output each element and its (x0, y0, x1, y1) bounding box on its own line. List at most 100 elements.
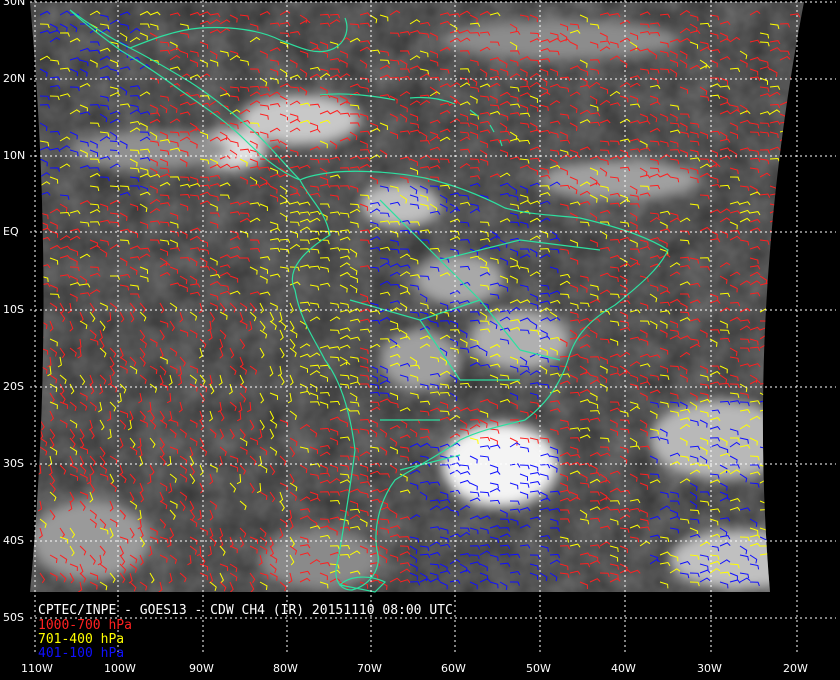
legend-mid-level: 701-400 hPa (38, 632, 125, 647)
wind-barb (789, 165, 801, 170)
legend-low-level: 1000-700 hPa (38, 618, 132, 633)
wind-barb (789, 437, 800, 443)
wind-barb (769, 248, 780, 255)
longitude-label: 40W (611, 662, 636, 675)
wind-barb (789, 482, 798, 492)
wind-barb (37, 383, 42, 395)
wind-barb (779, 563, 790, 568)
wind-barb (779, 545, 790, 552)
wind-barb (789, 310, 801, 315)
wind-barb (789, 473, 800, 480)
wind-barb (789, 203, 798, 213)
wind-barb (769, 392, 779, 400)
latitude-label: 30N (3, 0, 26, 8)
wind-barb (769, 302, 780, 307)
wind-barb (779, 298, 791, 304)
wind-barb (789, 95, 798, 104)
wind-barb (769, 329, 780, 334)
wind-barb (779, 419, 790, 424)
longitude-label: 90W (189, 662, 214, 675)
wind-barb (779, 156, 791, 161)
longitude-label: 70W (357, 662, 382, 675)
wind-barb (789, 361, 801, 367)
longitude-label: 60W (441, 662, 466, 675)
wind-barb (789, 543, 801, 548)
wind-barb (769, 381, 781, 386)
latitude-label: 50S (3, 611, 24, 624)
wind-barb (779, 445, 791, 450)
wind-barb (769, 446, 780, 453)
wind-barb (779, 239, 789, 246)
wind-barb (769, 266, 780, 273)
wind-barb (769, 424, 781, 430)
longitude-label: 100W (104, 662, 136, 675)
wind-barb (779, 345, 791, 350)
latitude-label: 40S (3, 534, 24, 547)
wind-barb (779, 524, 791, 529)
wind-barb (769, 563, 778, 571)
wind-barb (769, 347, 778, 356)
wind-barb (779, 211, 791, 217)
product-title: CPTEC/INPE - GOES13 - CDW CH4 (IR) 20151… (38, 603, 453, 618)
wind-barb (789, 373, 801, 378)
wind-barb (789, 551, 801, 556)
wind-barb (789, 325, 801, 331)
wind-barb (789, 149, 798, 159)
wind-barb (769, 481, 781, 486)
wind-barb (789, 275, 798, 285)
wind-barb (779, 496, 791, 502)
wind-barb (769, 239, 780, 246)
satellite-wind-map (30, 0, 836, 655)
wind-barb (779, 173, 791, 178)
wind-barb (779, 274, 791, 279)
wind-barb (789, 379, 801, 385)
wind-barb (769, 415, 781, 421)
wind-barb (789, 248, 799, 256)
wind-barb (789, 444, 801, 449)
wind-barb (789, 577, 801, 583)
wind-barb (37, 401, 42, 413)
latitude-label: 10N (3, 149, 26, 162)
latitude-label: 20N (3, 72, 26, 85)
latitude-label: 30S (3, 457, 24, 470)
wind-barb (779, 202, 791, 208)
wind-barb (779, 165, 791, 170)
wind-barb (779, 221, 790, 227)
latitude-label: 20S (3, 380, 24, 393)
wind-barb (779, 518, 790, 525)
wind-barb (789, 137, 801, 142)
longitude-label: 30W (697, 662, 722, 675)
wind-barb (789, 113, 798, 123)
wind-barb (779, 362, 791, 367)
wind-barb (789, 86, 798, 95)
wind-barb (779, 488, 791, 493)
longitude-label: 80W (273, 662, 298, 675)
wind-barb (779, 569, 791, 574)
wind-barb (789, 428, 798, 437)
wind-barb (779, 356, 788, 365)
longitude-label: 20W (783, 662, 808, 675)
wind-barb (789, 500, 800, 506)
latitude-label: 10S (3, 303, 24, 316)
wind-barb (769, 518, 778, 527)
wind-barb (769, 356, 780, 363)
wind-barb (789, 185, 800, 191)
wind-barb (789, 419, 800, 425)
latitude-label: EQ (3, 225, 19, 238)
wind-barb (779, 509, 788, 518)
wind-barb (779, 389, 791, 394)
wind-barb (789, 293, 800, 299)
wind-barb (779, 281, 791, 286)
wind-barb (769, 552, 781, 557)
wind-barb (789, 263, 801, 268)
wind-barb (789, 300, 801, 305)
legend-high-level: 401-100 hPa (38, 646, 125, 661)
wind-barb (39, 329, 44, 341)
wind-barb (769, 281, 781, 286)
wind-barb (779, 146, 791, 151)
wind-barb (779, 437, 789, 444)
infrared-image (30, 2, 804, 592)
wind-barb (779, 318, 791, 323)
longitude-label: 50W (526, 662, 551, 675)
wind-barb (789, 104, 798, 113)
